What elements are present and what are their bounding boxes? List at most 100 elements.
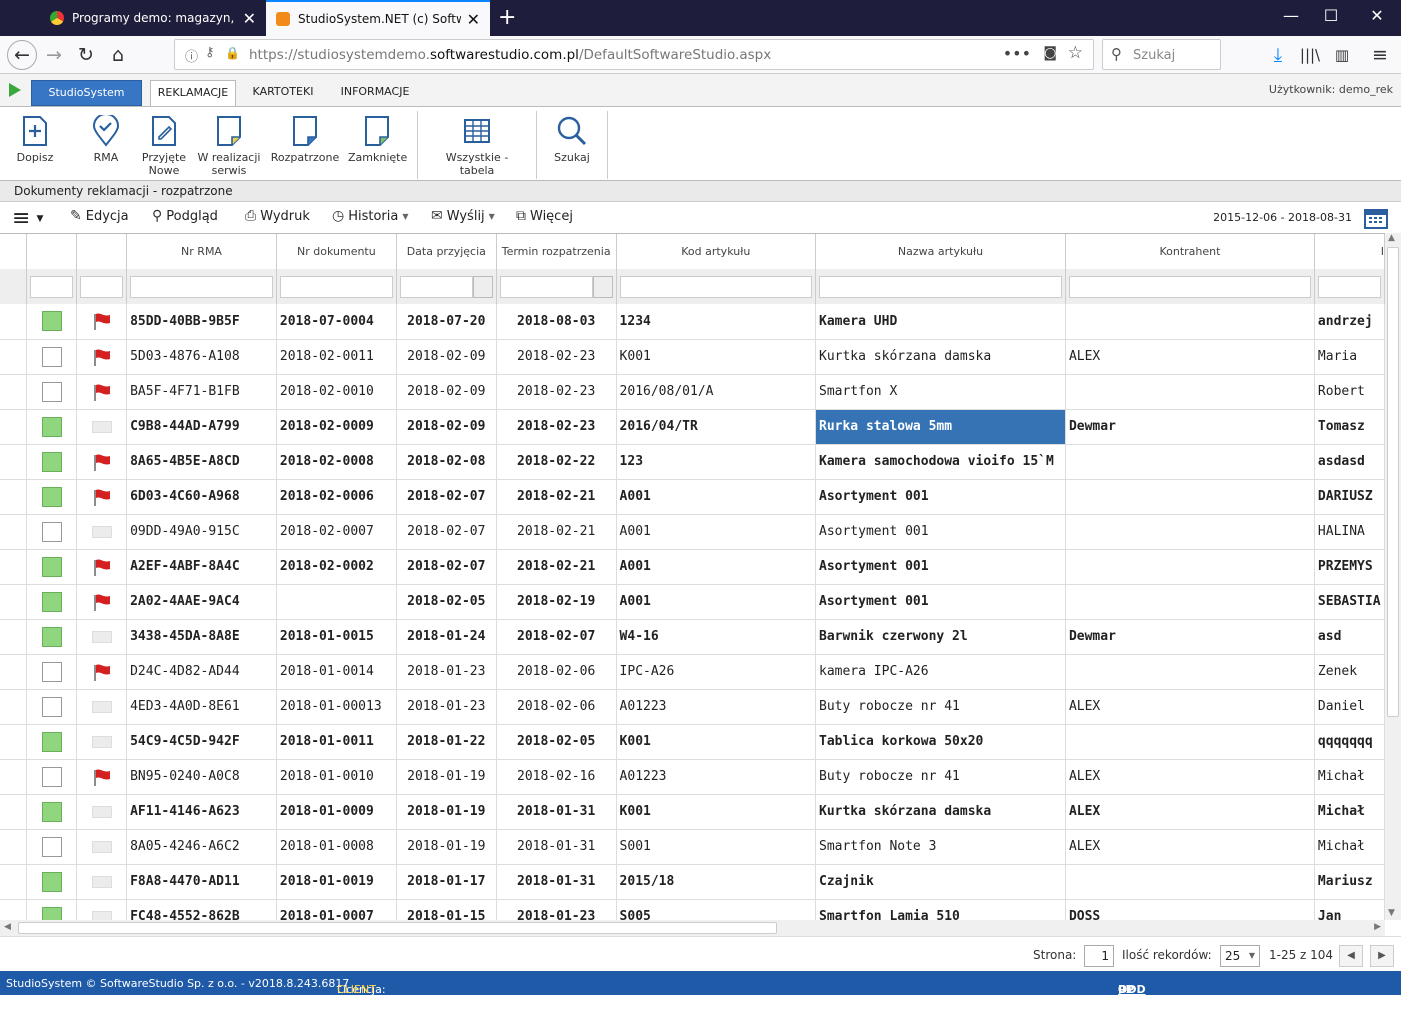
row-header-cell[interactable] [0, 374, 28, 410]
wrealizacji-button[interactable]: W realizacji serwis [197, 107, 261, 182]
cell-nazwa-artykulu[interactable]: Kurtka skórzana damska [815, 339, 1066, 375]
cell-data-przyjecia[interactable]: 2018-01-23 [396, 689, 497, 725]
status-checkbox[interactable] [41, 626, 62, 647]
cell-kontrahent[interactable] [1065, 654, 1315, 690]
cell-nr-rma[interactable]: A2EF-4ABF-8A4C [126, 549, 277, 585]
row-header-cell[interactable] [0, 864, 28, 900]
status-checkbox[interactable] [41, 766, 62, 787]
cell-nr-rma[interactable]: 54C9-4C5D-942F [126, 724, 277, 760]
cell-nr-rma[interactable]: 09DD-49A0-915C [126, 514, 277, 550]
cell-nr-rma[interactable]: F8A8-4470-AD11 [126, 864, 277, 900]
check-cell[interactable] [26, 549, 78, 585]
table-row[interactable]: 6D03-4C60-A968 2018-02-0006 2018-02-07 2018… [0, 479, 1385, 515]
table-row[interactable]: C9B8-44AD-A799 2018-02-0009 2018-02-09 2018… [0, 409, 1385, 445]
cell-kod-artykulu[interactable]: A01223 [616, 759, 817, 795]
cell-osoba[interactable]: asdasd [1314, 444, 1385, 480]
cell-nazwa-artykulu[interactable]: Tablica korkowa 50x20 [815, 724, 1066, 760]
more-icon[interactable]: ••• [1003, 44, 1031, 63]
cell-termin[interactable]: 2018-01-31 [496, 829, 617, 865]
cell-nr-dokumentu[interactable] [276, 584, 397, 620]
status-checkbox[interactable] [41, 661, 62, 682]
cell-osoba[interactable]: Tomasz [1314, 409, 1385, 445]
status-checkbox[interactable] [41, 731, 62, 752]
cell-data-przyjecia[interactable]: 2018-02-08 [396, 444, 497, 480]
cell-nr-rma[interactable]: 6D03-4C60-A968 [126, 479, 277, 515]
cell-kontrahent[interactable] [1065, 444, 1315, 480]
check-cell[interactable] [26, 444, 78, 480]
cell-nazwa-artykulu[interactable]: Buty robocze nr 41 [815, 689, 1066, 725]
cell-nazwa-artykulu[interactable]: Smartfon Lamia 510 [815, 899, 1066, 920]
cell-nr-dokumentu[interactable]: 2018-02-0010 [276, 374, 397, 410]
filter-input-nazwa[interactable] [819, 275, 1062, 298]
check-cell[interactable] [26, 689, 78, 725]
cell-osoba[interactable]: qqqqqqq [1314, 724, 1385, 760]
cell-nr-dokumentu[interactable]: 2018-01-0008 [276, 829, 397, 865]
cell-kontrahent[interactable]: DOSS [1065, 899, 1315, 920]
check-cell[interactable] [26, 724, 78, 760]
cell-data-przyjecia[interactable]: 2018-02-07 [396, 549, 497, 585]
cell-termin[interactable]: 2018-02-23 [496, 409, 617, 445]
cell-termin[interactable]: 2018-02-06 [496, 654, 617, 690]
cell-termin[interactable]: 2018-01-31 [496, 864, 617, 900]
page-size-select[interactable]: 25 ▼ [1220, 945, 1260, 967]
grid-menu-button[interactable]: ≡ ▼ [12, 206, 43, 231]
cell-nazwa-artykulu[interactable]: Asortyment 001 [815, 514, 1066, 550]
cell-kod-artykulu[interactable]: K001 [616, 794, 817, 830]
scroll-up-icon[interactable]: ▲ [1388, 233, 1395, 243]
check-cell[interactable] [26, 864, 78, 900]
dopisz-button[interactable]: Dopisz [10, 107, 60, 182]
cell-osoba[interactable]: Jan [1314, 899, 1385, 920]
cell-kontrahent[interactable] [1065, 549, 1315, 585]
row-header-cell[interactable] [0, 549, 28, 585]
cell-nazwa-artykulu[interactable]: Asortyment 001 [815, 584, 1066, 620]
table-row[interactable]: 54C9-4C5D-942F 2018-01-0011 2018-01-22 2018… [0, 724, 1385, 760]
cell-kontrahent[interactable] [1065, 479, 1315, 515]
cell-kod-artykulu[interactable]: S005 [616, 899, 817, 920]
row-header-cell[interactable] [0, 654, 28, 690]
check-cell[interactable] [26, 584, 78, 620]
cell-kod-artykulu[interactable]: A001 [616, 479, 817, 515]
cell-nr-rma[interactable]: 85DD-40BB-9B5F [126, 304, 277, 340]
table-row[interactable]: 2A02-4AAE-9AC4 2018-02-05 2018-02-19 A001 As… [0, 584, 1385, 620]
status-checkbox[interactable] [41, 521, 62, 542]
status-checkbox[interactable] [41, 906, 62, 920]
row-header-cell[interactable] [0, 409, 28, 445]
cell-nr-dokumentu[interactable]: 2018-02-0002 [276, 549, 397, 585]
cell-data-przyjecia[interactable]: 2018-01-17 [396, 864, 497, 900]
cell-kod-artykulu[interactable]: 1234 [616, 304, 817, 340]
cell-nazwa-artykulu[interactable]: Smartfon X [815, 374, 1066, 410]
szukaj-button[interactable]: Szukaj [548, 107, 596, 182]
info-icon[interactable]: ⓘ [185, 46, 198, 65]
column-header-osoba[interactable]: I [1314, 234, 1385, 269]
cell-nr-dokumentu[interactable]: 2018-02-0006 [276, 479, 397, 515]
cell-nr-dokumentu[interactable]: 2018-01-0014 [276, 654, 397, 690]
row-header-cell[interactable] [0, 339, 28, 375]
cell-data-przyjecia[interactable]: 2018-01-15 [396, 899, 497, 920]
cell-termin[interactable]: 2018-02-21 [496, 514, 617, 550]
tab-reklamacje[interactable]: REKLAMACJE [150, 80, 236, 106]
row-header-cell[interactable] [0, 584, 28, 620]
filter-input-flag[interactable] [80, 275, 124, 298]
table-row[interactable]: 8A65-4B5E-A8CD 2018-02-0008 2018-02-08 2018… [0, 444, 1385, 480]
status-checkbox[interactable] [41, 486, 62, 507]
check-cell[interactable] [26, 304, 78, 340]
reload-icon[interactable]: ↻ [72, 42, 100, 68]
cell-nr-dokumentu[interactable]: 2018-07-0004 [276, 304, 397, 340]
cell-data-przyjecia[interactable]: 2018-02-07 [396, 514, 497, 550]
cell-kod-artykulu[interactable]: 2015/18 [616, 864, 817, 900]
check-cell[interactable] [26, 899, 78, 920]
table-row[interactable]: 5D03-4876-A108 2018-02-0011 2018-02-09 2018… [0, 339, 1385, 375]
cell-kod-artykulu[interactable]: A001 [616, 514, 817, 550]
browser-tab-programy[interactable]: Programy demo: magazyn, WMS ✕ [40, 0, 266, 36]
status-checkbox[interactable] [41, 381, 62, 402]
date-range[interactable]: 2015-12-06 - 2018-08-31 [1213, 211, 1352, 224]
rma-button[interactable]: RMA [86, 107, 126, 182]
table-row[interactable]: 85DD-40BB-9B5F 2018-07-0004 2018-07-20 2018… [0, 304, 1385, 340]
tab-informacje[interactable]: INFORMACJE [330, 80, 420, 106]
column-header-kontrahent[interactable]: Kontrahent [1065, 234, 1315, 269]
cell-osoba[interactable]: Robert [1314, 374, 1385, 410]
cell-termin[interactable]: 2018-02-22 [496, 444, 617, 480]
tab-studiosystem[interactable]: StudioSystem [31, 80, 142, 106]
cell-termin[interactable]: 2018-02-16 [496, 759, 617, 795]
cell-nr-rma[interactable]: BA5F-4F71-B1FB [126, 374, 277, 410]
